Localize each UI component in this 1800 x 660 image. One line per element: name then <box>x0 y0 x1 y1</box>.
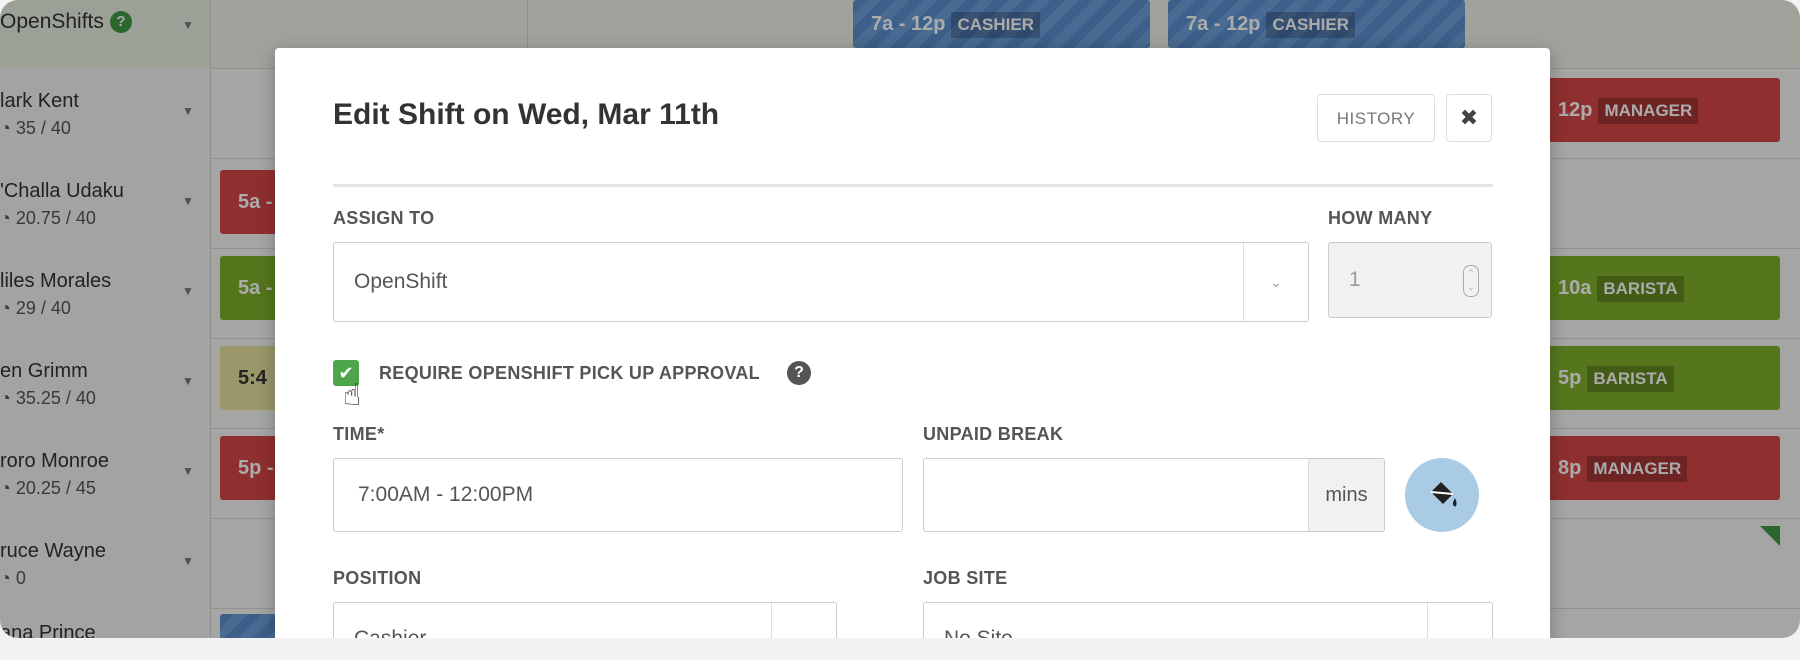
chevron-down-icon[interactable]: ⌄ <box>771 603 836 638</box>
modal-title: Edit Shift on Wed, Mar 11th <box>333 98 720 131</box>
hand-cursor-icon: ☝ <box>343 379 362 412</box>
close-icon: ✖ <box>1459 105 1479 130</box>
how-many-value: 1 <box>1349 268 1361 291</box>
app-frame: OpenShifts? ▼ 7a - 12p CASHIER 7a - 12p CA… <box>0 0 1800 638</box>
job-site-value: No Site <box>944 603 1013 638</box>
paint-bucket-icon <box>1430 482 1457 507</box>
position-label: POSITION <box>333 568 422 588</box>
history-button[interactable]: HISTORY <box>1317 94 1435 142</box>
unpaid-break-label: UNPAID BREAK <box>923 424 1064 444</box>
position-value: Cashier <box>354 603 426 638</box>
assign-to-select[interactable]: OpenShift ⌄ <box>333 242 1309 322</box>
help-icon[interactable]: ? <box>787 361 811 385</box>
assign-to-label: ASSIGN TO <box>333 208 435 228</box>
time-label: TIME* <box>333 424 385 444</box>
chevron-down-icon[interactable]: ⌄ <box>1427 603 1492 638</box>
mins-addon: mins <box>1308 459 1384 531</box>
close-button[interactable]: ✖ <box>1446 94 1492 142</box>
color-picker-button[interactable] <box>1405 458 1479 532</box>
job-site-select[interactable]: No Site ⌄ <box>923 602 1493 638</box>
position-select[interactable]: Cashier ⌄ <box>333 602 837 638</box>
unpaid-break-input[interactable]: mins <box>923 458 1385 532</box>
header-divider <box>333 184 1493 187</box>
time-input[interactable]: 7:00AM - 12:00PM <box>333 458 903 532</box>
time-value: 7:00AM - 12:00PM <box>358 483 534 506</box>
how-many-label: HOW MANY <box>1328 208 1433 228</box>
assign-to-value: OpenShift <box>354 270 448 293</box>
job-site-label: JOB SITE <box>923 568 1008 588</box>
how-many-input[interactable]: 1 ⌃ ⌄ <box>1328 242 1492 318</box>
chevron-down-icon[interactable]: ⌄ <box>1243 243 1308 321</box>
edit-shift-modal: Edit Shift on Wed, Mar 11th HISTORY ✖ AS… <box>275 48 1550 638</box>
spinner-icon[interactable]: ⌃ ⌄ <box>1463 265 1479 297</box>
approval-label: REQUIRE OPENSHIFT PICK UP APPROVAL <box>379 363 760 383</box>
